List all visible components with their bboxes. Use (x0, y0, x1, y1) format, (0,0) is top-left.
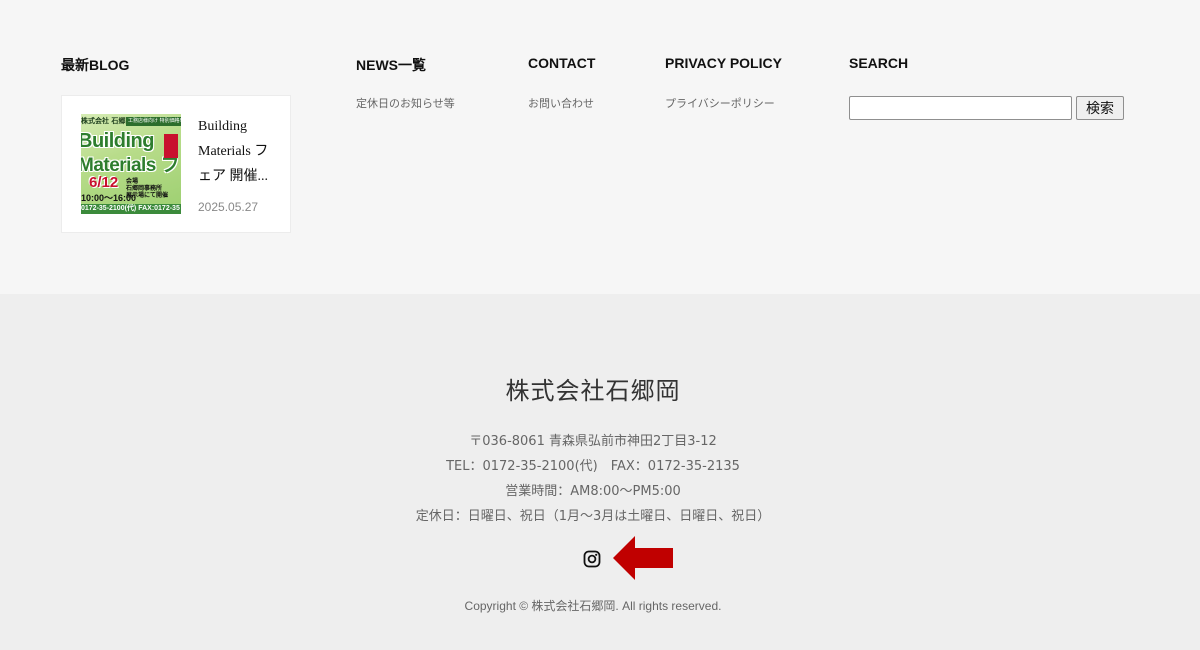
privacy-widget-title: PRIVACY POLICY (665, 55, 782, 71)
news-widget-title: NEWS一覧 (356, 57, 426, 73)
contact-link[interactable]: お問い合わせ (528, 95, 594, 111)
company-name: 株式会社石郷岡 (505, 377, 681, 405)
thumbnail-time: 10:00〜16:00 (81, 193, 137, 203)
blog-widget-title: 最新BLOG (61, 57, 130, 73)
company-holidays: 定休日：日曜日、祝日（1月〜3月は土曜日、日曜日、祝日） (415, 509, 771, 524)
news-link[interactable]: 定休日のお知らせ等 (356, 95, 455, 111)
search-button[interactable]: 検索 (1076, 96, 1124, 120)
company-tel-fax: TEL：0172-35-2100(代) FAX：0172-35-2135 (446, 459, 740, 474)
blog-post-title-link[interactable]: Building Materials フェア 開催... (198, 114, 278, 189)
thumbnail-red-tag (164, 134, 178, 158)
privacy-policy-link[interactable]: プライバシーポリシー (665, 95, 775, 111)
red-arrow-left-icon (613, 536, 673, 580)
thumbnail-venue-label: 会場 (126, 178, 139, 185)
blog-post-date: 2025.05.27 (198, 200, 259, 214)
search-input[interactable] (849, 96, 1072, 120)
instagram-icon[interactable] (583, 550, 601, 568)
thumbnail-date: 6/12 (89, 174, 119, 191)
company-address: 〒036-8061 青森県弘前市神田2丁目3-12 (469, 434, 717, 449)
search-widget-title: SEARCH (849, 55, 909, 71)
thumbnail-badge: 工務店様向け 特別価格!! (126, 117, 181, 126)
company-hours: 営業時間：AM8:00〜PM5:00 (505, 484, 681, 499)
copyright-text: Copyright © 株式会社石郷岡. All rights reserved… (464, 599, 722, 613)
blog-post-thumbnail[interactable]: 株式会社 石郷岡 工務店様向け 特別価格!! Building Material… (81, 114, 181, 214)
thumbnail-tel: 0172-35-2100(代) FAX:0172-35 (81, 204, 181, 214)
blog-post-card[interactable]: 株式会社 石郷岡 工務店様向け 特別価格!! Building Material… (61, 95, 291, 233)
contact-widget-title: CONTACT (528, 55, 596, 71)
footer-widgets-area: 最新BLOG 株式会社 石郷岡 工務店様向け 特別価格!! Building M… (0, 0, 1200, 294)
